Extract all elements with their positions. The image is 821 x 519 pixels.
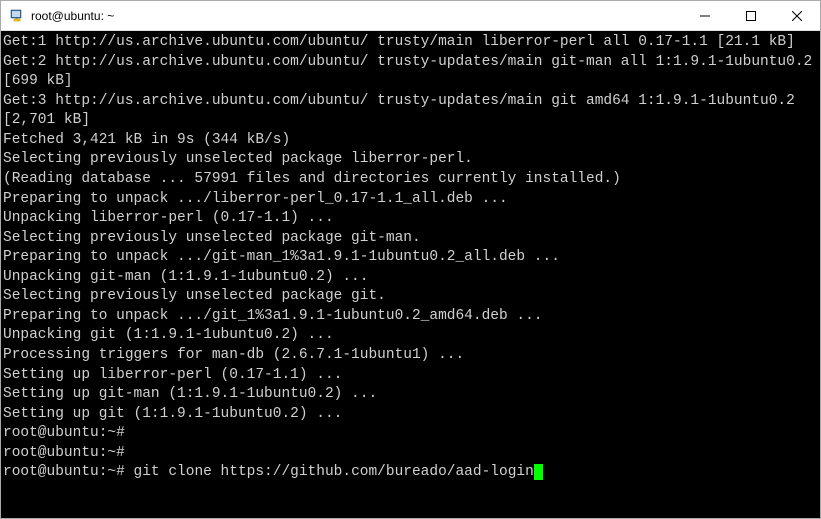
terminal-window: root@ubuntu: ~ Get:1 http://us.archive.u… — [0, 0, 821, 519]
close-button[interactable] — [774, 1, 820, 30]
terminal-line: Unpacking git (1:1.9.1-1ubuntu0.2) ... — [3, 326, 818, 346]
cursor-icon — [534, 464, 543, 480]
window-controls — [682, 1, 820, 30]
terminal-line: Get:3 http://us.archive.ubuntu.com/ubunt… — [3, 92, 818, 131]
terminal-line: (Reading database ... 57991 files and di… — [3, 170, 818, 190]
terminal-line: Selecting previously unselected package … — [3, 150, 818, 170]
terminal-line: root@ubuntu:~# — [3, 444, 818, 464]
putty-icon — [9, 8, 25, 24]
prompt-line: root@ubuntu:~# git clone https://github.… — [3, 464, 543, 480]
terminal-line: root@ubuntu:~# — [3, 424, 818, 444]
shell-prompt: root@ubuntu:~# — [3, 464, 134, 480]
terminal-line: Selecting previously unselected package … — [3, 287, 818, 307]
maximize-button[interactable] — [728, 1, 774, 30]
terminal-line: Get:2 http://us.archive.ubuntu.com/ubunt… — [3, 53, 818, 92]
minimize-button[interactable] — [682, 1, 728, 30]
window-title: root@ubuntu: ~ — [31, 9, 682, 23]
terminal-line: Selecting previously unselected package … — [3, 229, 818, 249]
terminal-line: Preparing to unpack .../git-man_1%3a1.9.… — [3, 248, 818, 268]
typed-command: git clone https://github.com/bureado/aad… — [134, 464, 534, 480]
terminal-output[interactable]: Get:1 http://us.archive.ubuntu.com/ubunt… — [1, 31, 820, 518]
terminal-line: Get:1 http://us.archive.ubuntu.com/ubunt… — [3, 33, 818, 53]
terminal-line: Fetched 3,421 kB in 9s (344 kB/s) — [3, 131, 818, 151]
terminal-line: Setting up git-man (1:1.9.1-1ubuntu0.2) … — [3, 385, 818, 405]
terminal-line: Setting up git (1:1.9.1-1ubuntu0.2) ... — [3, 405, 818, 425]
terminal-line: Preparing to unpack .../git_1%3a1.9.1-1u… — [3, 307, 818, 327]
titlebar[interactable]: root@ubuntu: ~ — [1, 1, 820, 31]
terminal-line: Setting up liberror-perl (0.17-1.1) ... — [3, 366, 818, 386]
terminal-line: Preparing to unpack .../liberror-perl_0.… — [3, 190, 818, 210]
terminal-line: Unpacking git-man (1:1.9.1-1ubuntu0.2) .… — [3, 268, 818, 288]
terminal-line: Unpacking liberror-perl (0.17-1.1) ... — [3, 209, 818, 229]
terminal-line: Processing triggers for man-db (2.6.7.1-… — [3, 346, 818, 366]
